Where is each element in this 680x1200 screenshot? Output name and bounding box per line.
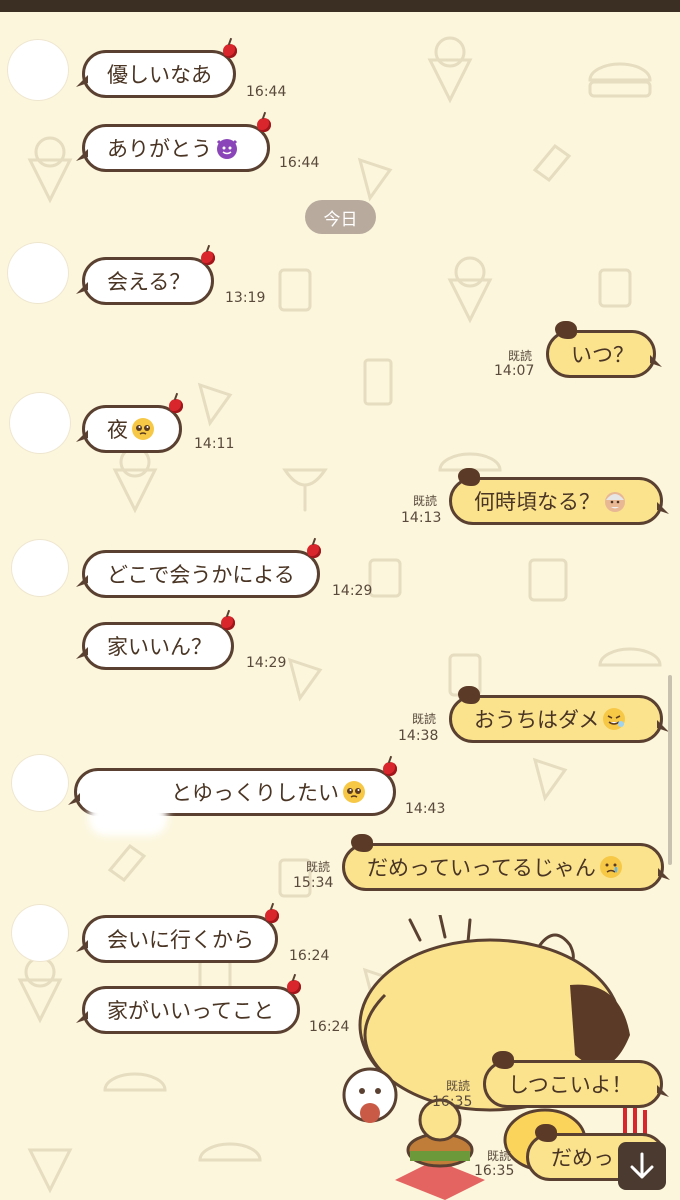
cherry-icon <box>307 544 321 558</box>
message-text: 会いに行くから <box>107 928 254 952</box>
message-time: 16:35 <box>474 1163 515 1179</box>
bubble-tail-icon <box>76 430 88 442</box>
message-bubble-incoming[interactable]: ありがとう <box>76 118 271 172</box>
message-time: 13:19 <box>225 290 266 306</box>
contact-avatar[interactable] <box>10 393 70 453</box>
pleading-face-icon <box>343 781 365 803</box>
pompom-ear-icon <box>458 686 480 704</box>
cherry-icon <box>257 118 271 132</box>
message-text: どこで会うかによる <box>107 563 295 587</box>
message-bubble-incoming[interactable]: 優しいなあ <box>76 44 237 98</box>
contact-avatar[interactable] <box>12 540 68 596</box>
bubble-tail-icon <box>658 868 670 880</box>
message-bubble-incoming[interactable]: 家がいいってこと <box>76 980 301 1034</box>
redaction-blur <box>88 800 168 836</box>
bubble-tail-icon <box>76 647 88 659</box>
message-time: 16:44 <box>246 84 287 100</box>
read-receipt: 既読 <box>446 1079 471 1093</box>
message-bubble-outgoing[interactable]: しつこいよ！ <box>483 1051 669 1108</box>
message-text: 家いいん？ <box>107 635 212 659</box>
message-time: 16:24 <box>289 948 330 964</box>
message-text: ありがとう <box>107 137 212 161</box>
message-bubble-incoming[interactable]: 夜 <box>76 399 183 453</box>
bubble-tail-icon <box>76 149 88 161</box>
bubble-tail-icon <box>76 575 88 587</box>
pompom-ear-icon <box>492 1051 514 1069</box>
message-time: 16:24 <box>309 1019 350 1035</box>
bubble-tail-icon <box>657 502 669 514</box>
message-time: 14:29 <box>332 583 373 599</box>
contact-avatar[interactable] <box>8 243 68 303</box>
message-text: しつこいよ！ <box>508 1073 633 1097</box>
scroll-to-bottom-button[interactable] <box>618 1142 666 1190</box>
cherry-icon <box>265 909 279 923</box>
pleading-face-icon <box>132 418 154 440</box>
bubble-tail-icon <box>76 282 88 294</box>
message-bubble-incoming[interactable]: 会える？ <box>76 251 215 305</box>
pompom-ear-icon <box>555 321 577 339</box>
message-time: 14:07 <box>494 363 535 379</box>
message-bubble-incoming[interactable]: どこで会うかによる <box>76 544 321 598</box>
old-man-icon <box>605 492 625 512</box>
message-text: 会える？ <box>107 270 191 294</box>
pompom-ear-icon <box>535 1124 557 1142</box>
message-time: 14:11 <box>194 436 235 452</box>
bubble-tail-icon <box>76 940 88 952</box>
smiling-devil-icon <box>216 139 238 159</box>
message-text: 夜 <box>107 418 128 442</box>
cherry-icon <box>223 44 237 58</box>
cherry-icon <box>221 616 235 630</box>
bubble-tail-icon <box>68 793 80 805</box>
bubble-tail-icon <box>657 1085 669 1097</box>
message-time: 14:43 <box>405 801 446 817</box>
message-bubble-outgoing[interactable]: だめっていってるじゃん <box>342 834 670 891</box>
message-time: 16:44 <box>279 155 320 171</box>
cherry-icon <box>201 251 215 265</box>
scrollbar-thumb[interactable] <box>668 675 672 865</box>
pompom-ear-icon <box>351 834 373 852</box>
message-text: だめっ <box>551 1146 614 1170</box>
message-text: いつ？ <box>571 343 634 367</box>
cherry-icon <box>169 399 183 413</box>
pompom-ear-icon <box>458 468 480 486</box>
message-time: 14:29 <box>246 655 287 671</box>
crying-face-icon <box>599 856 622 878</box>
message-text: だめっていってるじゃん <box>367 856 596 880</box>
message-bubble-outgoing[interactable]: いつ？ <box>546 321 662 378</box>
contact-avatar[interactable] <box>8 40 68 100</box>
message-bubble-incoming[interactable]: 家いいん？ <box>76 616 235 670</box>
read-receipt: 既読 <box>412 712 437 726</box>
message-time: 14:13 <box>401 510 442 526</box>
cherry-icon <box>287 980 301 994</box>
message-bubble-outgoing[interactable]: おうちはダメ <box>449 686 669 743</box>
bubble-tail-icon <box>650 355 662 367</box>
read-receipt: 既読 <box>508 349 533 363</box>
face-with-tongue-icon <box>603 708 626 730</box>
message-text: おうちはダメ <box>474 708 600 732</box>
contact-avatar[interactable] <box>12 755 68 811</box>
cherry-icon <box>383 762 397 776</box>
message-text: 何時頃なる？ <box>474 490 600 514</box>
read-receipt: 既読 <box>487 1149 512 1163</box>
message-text: 家がいいってこと <box>107 999 274 1023</box>
bubble-tail-icon <box>76 1011 88 1023</box>
message-time: 14:38 <box>398 728 439 744</box>
message-text: 優しいなあ <box>107 63 212 87</box>
contact-avatar[interactable] <box>12 905 68 961</box>
message-text: とゆっくりしたい <box>171 781 339 805</box>
message-time: 15:34 <box>293 875 334 891</box>
message-bubble-outgoing[interactable]: 何時頃なる？ <box>449 468 669 525</box>
bubble-tail-icon <box>76 75 88 87</box>
read-receipt: 既読 <box>413 494 438 508</box>
read-receipt: 既読 <box>306 860 331 874</box>
message-time: 16:35 <box>432 1094 473 1110</box>
date-divider: 今日 <box>305 200 376 234</box>
arrow-down-icon <box>630 1152 654 1179</box>
message-bubble-incoming[interactable]: 会いに行くから <box>76 909 279 963</box>
